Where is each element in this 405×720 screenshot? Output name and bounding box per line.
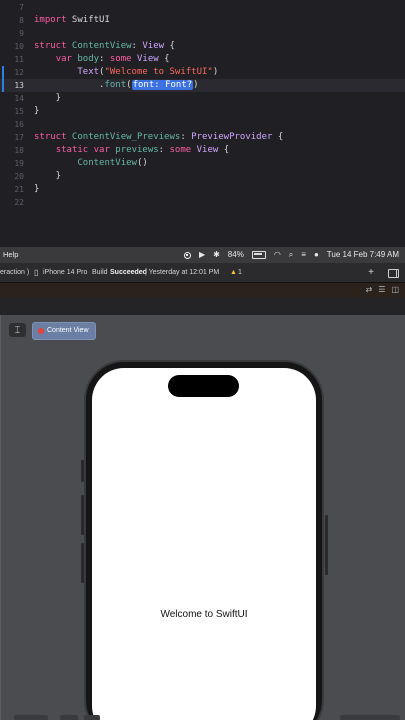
code-line[interactable]: 9 [0, 27, 405, 40]
code-line[interactable]: 14 } [0, 92, 405, 105]
line-number: 21 [14, 185, 24, 194]
line-number: 8 [19, 16, 24, 25]
editor-options-icon[interactable]: ☰ [378, 283, 385, 297]
code-text: import SwiftUI [34, 15, 110, 25]
split-editor-icon[interactable]: ◫ [391, 283, 399, 297]
line-number: 11 [14, 55, 24, 64]
content-view-button[interactable]: Content View [32, 322, 96, 340]
line-number: 14 [14, 94, 24, 103]
live-indicator-icon [38, 328, 44, 334]
menu-help[interactable]: Help [3, 247, 18, 263]
code-text: struct ContentView: View { [34, 41, 175, 51]
content-view-label: Content View [47, 327, 89, 334]
code-editor[interactable]: 7 8 import SwiftUI 9 10 struct ContentView: V… [0, 0, 405, 247]
control-center-icon[interactable]: ≡ [301, 247, 306, 263]
warning-icon[interactable]: ▲ [230, 263, 237, 282]
code-line[interactable]: 20 } [0, 170, 405, 183]
inspector-toggle-icon[interactable] [388, 269, 399, 278]
code-line[interactable]: 15} [0, 105, 405, 118]
record-icon[interactable] [183, 251, 191, 259]
code-line[interactable]: 13 .font(font: Font?) [0, 79, 405, 92]
code-text: } [34, 171, 62, 181]
status-icons: ▶ ✱ 84% ◠ ⌕ ≡ ● Tue 14 Feb 7:49 AM [183, 247, 399, 263]
refresh-icon[interactable]: ⇄ [366, 283, 373, 297]
code-text: ContentView() [77, 158, 148, 168]
pin-icon[interactable]: ⌶ [9, 323, 26, 337]
battery-percent: 84% [227, 250, 244, 259]
dynamic-island [168, 375, 239, 397]
line-number: 22 [14, 198, 24, 207]
bottom-control[interactable] [60, 715, 78, 720]
clock-datetime[interactable]: Tue 14 Feb 7:49 AM [327, 247, 399, 263]
line-number: 20 [14, 172, 24, 181]
code-line[interactable]: 10 struct ContentView: View { [0, 40, 405, 53]
code-text: } [34, 184, 40, 194]
code-line[interactable]: 19 ContentView() [0, 157, 405, 170]
code-text: } [34, 93, 62, 103]
code-line[interactable]: 12 Text("Welcome to SwiftUI") [0, 66, 405, 79]
code-line[interactable]: 11 var body: some View { [0, 53, 405, 66]
code-line[interactable]: 16 [0, 118, 405, 131]
code-line[interactable]: 17 struct ContentView_Previews: PreviewPr… [0, 131, 405, 144]
bottom-control[interactable] [340, 715, 400, 720]
bottom-control[interactable] [14, 715, 48, 720]
code-line[interactable]: 8 import SwiftUI [0, 14, 405, 27]
code-text: static var previews: some View { [55, 145, 230, 155]
power-button [325, 515, 328, 575]
build-status: Succeeded [110, 269, 147, 276]
canvas-edge [0, 315, 1, 720]
code-line[interactable]: 21} [0, 183, 405, 196]
build-time: | Yesterday at 12:01 PM [145, 269, 220, 276]
xcode-toolbar: eraction ) ▯ iPhone 14 Pro Build Succeed… [0, 263, 405, 283]
device-selector[interactable]: iPhone 14 Pro [43, 263, 87, 282]
toolbar-right: + [368, 263, 399, 282]
code-text: .font(font: Font?) [34, 80, 199, 90]
warning-count: 1 [238, 269, 242, 276]
play-icon[interactable]: ▶ [199, 247, 205, 263]
line-number: 16 [14, 120, 24, 129]
code-line[interactable]: 7 [0, 1, 405, 14]
iphone-screen[interactable] [92, 368, 316, 720]
add-button[interactable]: + [368, 263, 374, 282]
code-text: } [34, 106, 40, 116]
bottom-control[interactable] [84, 715, 100, 720]
code-line[interactable]: 18 static var previews: some View { [0, 144, 405, 157]
code-line[interactable]: 22 [0, 196, 405, 209]
code-placeholder[interactable]: font: Font? [131, 80, 194, 90]
siri-icon[interactable]: ● [314, 247, 319, 263]
menu-bar: Help ▶ ✱ 84% ◠ ⌕ ≡ ● Tue 14 Feb 7:49 AM [0, 247, 405, 263]
preview-text: Welcome to SwiftUI [160, 609, 248, 620]
line-number: 7 [19, 3, 24, 12]
line-number: 18 [14, 146, 24, 155]
line-number: 15 [14, 107, 24, 116]
bluetooth-icon[interactable]: ✱ [213, 247, 220, 263]
scheme-selector[interactable]: eraction ) [0, 263, 29, 282]
line-number: 9 [19, 29, 24, 38]
battery-icon[interactable] [251, 251, 266, 259]
line-number: 17 [14, 133, 24, 142]
search-icon[interactable]: ⌕ [289, 247, 293, 263]
divider-strip [0, 297, 405, 315]
code-text: struct ContentView_Previews: PreviewProv… [34, 132, 284, 142]
code-text: Text("Welcome to SwiftUI") [77, 67, 219, 77]
phone-icon: ▯ [34, 268, 39, 277]
wifi-icon[interactable]: ◠ [274, 247, 281, 263]
code-text: var body: some View { [55, 54, 170, 64]
editor-options-bar: ⇄ ☰ ◫ [0, 283, 405, 297]
preview-canvas[interactable]: ⌶ Content View Welcome to SwiftUI [0, 315, 405, 720]
change-indicator [2, 66, 4, 92]
line-number: 19 [14, 159, 24, 168]
build-label: Build [92, 269, 108, 276]
line-number: 10 [14, 42, 24, 51]
